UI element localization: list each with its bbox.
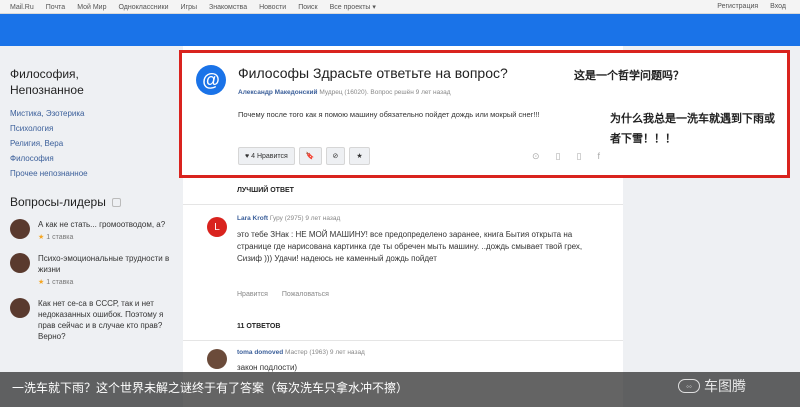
vote-count: 1 ставка bbox=[46, 234, 74, 241]
category-link[interactable]: Психология bbox=[10, 121, 170, 136]
category-link[interactable]: Религия, Вера bbox=[10, 136, 170, 151]
complain-button[interactable]: Пожаловаться bbox=[282, 291, 329, 298]
nav-link[interactable]: Почта bbox=[46, 4, 65, 11]
avatar[interactable] bbox=[10, 219, 30, 239]
best-answer-label: ЛУЧШИЙ ОТВЕТ bbox=[237, 187, 294, 194]
nav-link[interactable]: Поиск bbox=[298, 4, 317, 11]
avatar[interactable] bbox=[10, 298, 30, 318]
question-actions: ♥ 4 Нравится 🔖 ⊘ ★ bbox=[238, 147, 370, 165]
question-body: Почему после того как я помою машину обя… bbox=[238, 110, 540, 119]
leader-text: Психо-эмоциональные трудности в жизни ★ 1… bbox=[38, 253, 170, 288]
answer-author[interactable]: Lara Kroft bbox=[237, 215, 268, 222]
leaders-list: А как не стать... громоотводом, а? ★ 1 ст… bbox=[10, 219, 170, 342]
avatar[interactable]: L bbox=[207, 217, 227, 237]
leader-item[interactable]: А как не стать... громоотводом, а? ★ 1 ст… bbox=[10, 219, 170, 243]
category-link[interactable]: Мистика, Эзотерика bbox=[10, 106, 170, 121]
leaders-title: Вопросы-лидеры bbox=[10, 195, 170, 209]
nav-link[interactable]: Новости bbox=[259, 4, 286, 11]
category-links: Мистика, Эзотерика Психология Религия, Вер… bbox=[10, 106, 170, 181]
answer-body: это тебе ЗНак : НЕ МОЙ МАШИНУ! все предо… bbox=[237, 230, 583, 263]
star-icon: ★ bbox=[38, 279, 47, 286]
avatar[interactable] bbox=[10, 253, 30, 273]
leader-question[interactable]: А как не стать... громоотводом, а? bbox=[38, 219, 165, 230]
share-icons: ⊙ ▯ ▯ f bbox=[532, 151, 600, 162]
leader-item[interactable]: Психо-эмоциональные трудности в жизни ★ 1… bbox=[10, 253, 170, 288]
question-icon bbox=[111, 197, 121, 207]
avatar[interactable] bbox=[207, 349, 227, 369]
share-icon-3[interactable]: ▯ bbox=[577, 151, 582, 162]
leader-question[interactable]: Как нет се-са в СССР, так и нет недоказа… bbox=[38, 298, 170, 342]
answer-meta: Lara Kroft Гуру (2975) 9 лет назад bbox=[237, 215, 341, 222]
leader-votes: ★ 1 ставка bbox=[38, 232, 165, 243]
bookmark-icon[interactable]: 🔖 bbox=[298, 147, 322, 165]
category-link[interactable]: Прочее непознанное bbox=[10, 166, 170, 181]
question-title: Философы Здрасьте ответьте на вопрос? bbox=[238, 65, 508, 81]
category-title: Философия, Непознанное bbox=[10, 67, 84, 97]
leader-item[interactable]: Как нет се-са в СССР, так и нет недоказа… bbox=[10, 298, 170, 342]
share-icon-1[interactable]: ⊙ bbox=[532, 151, 540, 162]
answer-meta: toma domoved Мастер (1963) 9 лет назад bbox=[237, 349, 365, 356]
facebook-icon[interactable]: f bbox=[597, 151, 600, 162]
header-bar bbox=[0, 14, 800, 46]
sidebar: Философия, Непознанное Мистика, Эзотерик… bbox=[0, 46, 180, 407]
leader-votes: ★ 1 ставка bbox=[38, 277, 170, 288]
question-card: @ Философы Здрасьте ответьте на вопрос? … bbox=[179, 50, 790, 178]
wechat-icon: ◦◦ bbox=[678, 379, 700, 393]
annotation-text-1: 这是一个哲学问题吗？ bbox=[574, 70, 684, 82]
category-link[interactable]: Философия bbox=[10, 151, 170, 166]
vote-count: 1 ставка bbox=[46, 279, 74, 286]
leader-text: А как не стать... громоотводом, а? ★ 1 ст… bbox=[38, 219, 165, 243]
nav-link[interactable]: Одноклассники bbox=[118, 4, 168, 11]
answer-like-button[interactable]: Нравится bbox=[237, 291, 268, 298]
leader-question[interactable]: Психо-эмоциональные трудности в жизни bbox=[38, 253, 170, 275]
mail-at-icon: @ bbox=[196, 65, 226, 95]
nav-link[interactable]: Mail.Ru bbox=[10, 4, 34, 11]
top-navigation: Mail.Ru Почта Мой Мир Одноклассники Игры Знак… bbox=[0, 0, 800, 14]
nav-link[interactable]: Знакомства bbox=[209, 4, 247, 11]
best-answer: L Lara Kroft Гуру (2975) 9 лет назад это… bbox=[183, 204, 623, 312]
answers-count: 11 ОТВЕТОВ bbox=[237, 323, 281, 330]
nav-link[interactable]: Все проекты ▾ bbox=[330, 4, 376, 11]
star-icon[interactable]: ★ bbox=[349, 147, 370, 165]
nav-link[interactable]: Регистрация bbox=[717, 3, 758, 10]
question-author[interactable]: Александр Македонский bbox=[238, 89, 318, 96]
share-icon-2[interactable]: ▯ bbox=[556, 151, 561, 162]
watermark: ◦◦ 车图腾 bbox=[678, 376, 746, 396]
question-meta: Александр Македонский Мудрец (16020). Во… bbox=[238, 89, 451, 96]
answer-actions: Нравится Пожаловаться bbox=[237, 291, 329, 298]
annotation-text-2: 为什么我总是一洗车就遇到下雨或者下雪！！！ bbox=[610, 113, 775, 145]
answer-author[interactable]: toma domoved bbox=[237, 349, 283, 356]
star-icon: ★ bbox=[38, 234, 47, 241]
like-button[interactable]: ♥ 4 Нравится bbox=[238, 147, 295, 165]
nav-link[interactable]: Мой Мир bbox=[77, 4, 106, 11]
block-icon[interactable]: ⊘ bbox=[325, 147, 346, 165]
nav-link[interactable]: Игры bbox=[181, 4, 198, 11]
answer-body: закон подлости) bbox=[237, 363, 298, 372]
nav-link[interactable]: Вход bbox=[770, 3, 786, 10]
leader-text: Как нет се-са в СССР, так и нет недоказа… bbox=[38, 298, 170, 342]
